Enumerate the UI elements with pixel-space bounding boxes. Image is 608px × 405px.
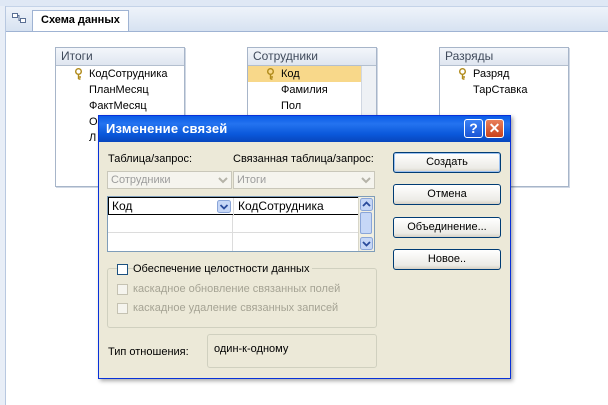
field-item[interactable]: ПланМесяц xyxy=(56,82,184,98)
field-item[interactable]: Фамилия xyxy=(248,82,376,98)
field-label: Фамилия xyxy=(281,84,328,96)
right-field-cell[interactable]: КодСотрудника xyxy=(234,198,365,216)
field-label: Разряд xyxy=(473,68,510,80)
integrity-group xyxy=(107,268,377,328)
field-label: О xyxy=(89,116,98,128)
related-table-label: Связанная таблица/запрос: xyxy=(233,153,374,165)
edit-relationships-dialog: Изменение связей ? ✕ Таблица/запрос: Свя… xyxy=(98,115,511,379)
field-label: Л xyxy=(89,132,97,144)
left-field-cell[interactable] xyxy=(108,215,233,233)
table-row[interactable] xyxy=(108,233,360,251)
dialog-title-bar[interactable]: Изменение связей ? ✕ xyxy=(99,116,510,142)
primary-key-icon xyxy=(267,68,274,80)
document-tab-bar: Схема данных xyxy=(6,7,608,32)
relationship-type-label: Тип отношения: xyxy=(108,346,189,358)
scroll-thumb[interactable] xyxy=(360,212,372,234)
tab-relationships[interactable]: Схема данных xyxy=(32,10,129,31)
grid-scrollbar[interactable] xyxy=(358,197,374,251)
cascade-update-label: каскадное обновление связанных полей xyxy=(133,283,341,295)
primary-key-icon xyxy=(459,68,466,80)
field-item[interactable]: Код xyxy=(248,66,376,82)
cascade-update-checkbox[interactable] xyxy=(117,284,128,295)
field-label: Код xyxy=(281,68,300,80)
table-title[interactable]: Сотрудники xyxy=(248,48,376,66)
field-item[interactable]: Пол xyxy=(248,98,376,114)
chevron-down-icon xyxy=(218,177,228,184)
field-item[interactable]: ТарСтавка xyxy=(440,82,568,98)
close-button[interactable]: ✕ xyxy=(485,119,504,138)
table-query-label: Таблица/запрос: xyxy=(108,153,193,165)
related-table-select-value: Итоги xyxy=(237,174,267,186)
relationship-type-box: один-к-одному xyxy=(207,334,377,368)
create-button[interactable]: Создать xyxy=(393,152,501,173)
field-label: ПланМесяц xyxy=(89,84,149,96)
table-row[interactable]: Код КодСотрудника xyxy=(108,197,360,216)
create-new-button[interactable]: Новое.. xyxy=(393,249,501,270)
join-type-button[interactable]: Объединение... xyxy=(393,217,501,238)
field-label: ФактМесяц xyxy=(89,100,147,112)
relationships-icon[interactable] xyxy=(12,13,26,24)
referential-integrity-checkbox[interactable] xyxy=(117,264,128,275)
join-fields-grid[interactable]: Код КодСотрудника xyxy=(107,196,375,252)
dialog-title: Изменение связей xyxy=(106,121,228,136)
close-icon: ✕ xyxy=(488,120,501,136)
top-strip xyxy=(0,0,608,7)
primary-key-icon xyxy=(75,68,82,80)
right-field-cell[interactable] xyxy=(233,233,364,251)
left-field-cell[interactable]: Код xyxy=(109,198,234,216)
field-label: КодСотрудника xyxy=(89,68,168,80)
chevron-down-icon xyxy=(361,177,371,184)
field-item[interactable]: Разряд xyxy=(440,66,568,82)
right-field-cell[interactable] xyxy=(233,215,364,233)
scroll-up-arrow-icon[interactable] xyxy=(360,198,373,211)
cascade-delete-label: каскадное удаление связанных записей xyxy=(133,302,339,314)
field-label: ТарСтавка xyxy=(473,84,528,96)
cancel-button[interactable]: Отмена xyxy=(393,184,501,205)
table-title[interactable]: Итоги xyxy=(56,48,184,66)
right-field-value: КодСотрудника xyxy=(238,199,324,213)
table-row[interactable] xyxy=(108,215,360,233)
help-icon: ? xyxy=(469,120,478,136)
table-select-value: Сотрудники xyxy=(111,174,171,186)
left-field-cell[interactable] xyxy=(108,233,233,251)
table-title[interactable]: Разряды xyxy=(440,48,568,66)
field-item[interactable]: ФактМесяц xyxy=(56,98,184,114)
scroll-down-arrow-icon[interactable] xyxy=(360,237,373,250)
table-select[interactable]: Сотрудники xyxy=(107,171,232,189)
left-field-value: Код xyxy=(112,199,133,213)
help-button[interactable]: ? xyxy=(464,119,483,138)
referential-integrity-label[interactable]: Обеспечение целостности данных xyxy=(133,263,313,275)
relationship-type-value: один-к-одному xyxy=(214,343,289,355)
field-item[interactable]: КодСотрудника xyxy=(56,66,184,82)
chevron-down-icon[interactable] xyxy=(217,200,231,213)
related-table-select[interactable]: Итоги xyxy=(233,171,375,189)
cascade-delete-checkbox[interactable] xyxy=(117,303,128,314)
field-label: Пол xyxy=(281,100,302,112)
